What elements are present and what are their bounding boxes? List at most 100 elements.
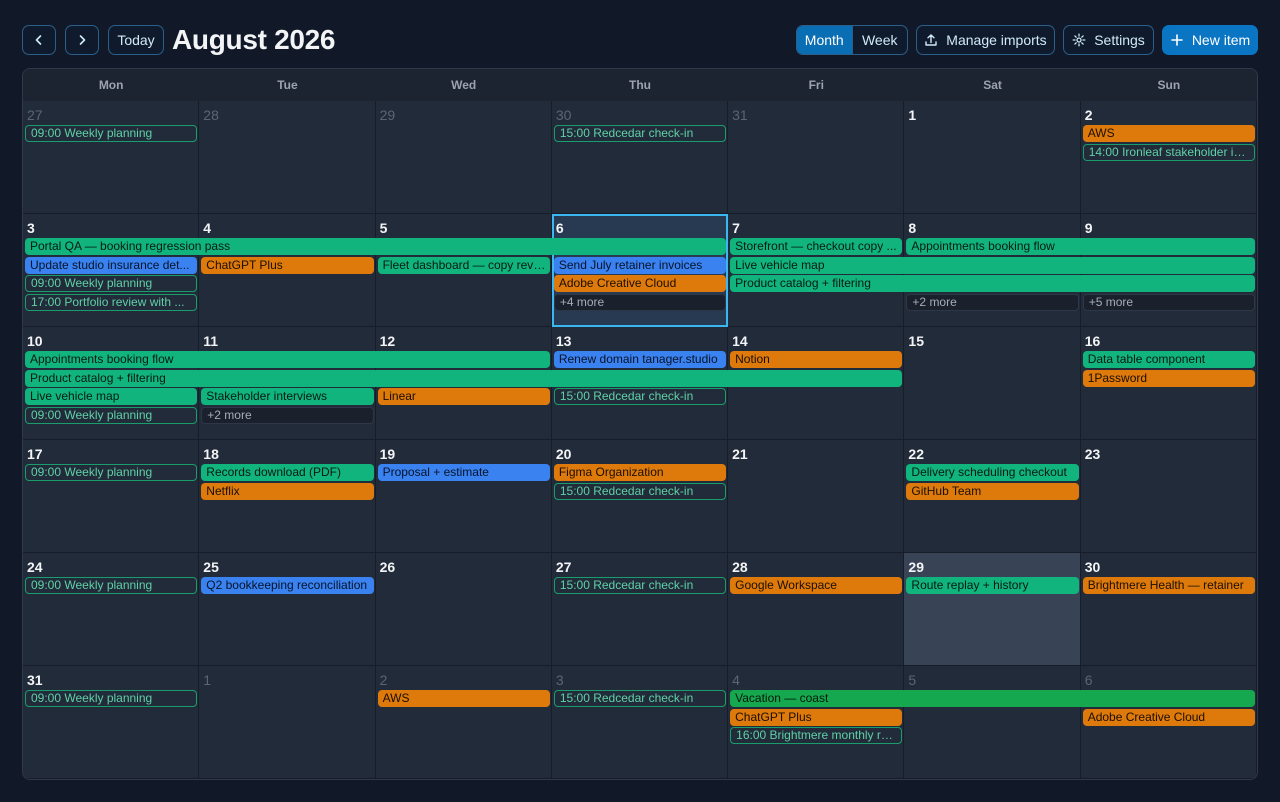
day-cell[interactable]: 23: [1080, 440, 1257, 553]
day-cell[interactable]: 27: [23, 101, 200, 214]
day-number: 21: [732, 446, 748, 462]
calendar-event[interactable]: Adobe Creative Cloud: [553, 275, 727, 292]
day-cell[interactable]: 24: [23, 553, 200, 666]
weekday-header: Mon Tue Wed Thu Fri Sat Sun: [23, 69, 1257, 101]
day-number: 10: [27, 333, 43, 349]
today-button[interactable]: Today: [108, 25, 164, 55]
weekday-label: Thu: [628, 78, 651, 92]
calendar-event[interactable]: Figma Organization: [553, 464, 727, 481]
calendar-event[interactable]: Send July retainer invoices: [553, 256, 727, 274]
view-switcher: Month Week: [796, 25, 908, 55]
calendar-event[interactable]: 09:00 Weekly planning: [25, 406, 198, 424]
calendar-event[interactable]: ChatGPT Plus: [201, 256, 374, 274]
calendar-event[interactable]: 15:00 Redcedar check-in: [553, 577, 727, 594]
calendar-event[interactable]: 15:00 Redcedar check-in: [553, 388, 727, 405]
day-number: 18: [203, 446, 219, 462]
calendar-event[interactable]: Netflix: [201, 482, 374, 500]
view-week-tab[interactable]: Week: [851, 26, 908, 54]
day-number: 19: [379, 446, 396, 462]
view-month-tab[interactable]: Month: [797, 26, 852, 54]
calendar-event[interactable]: Fleet dashboard — copy revi...: [377, 256, 550, 274]
calendar-event[interactable]: 09:00 Weekly planning: [25, 275, 198, 292]
day-number: 6: [555, 220, 564, 236]
calendar-event[interactable]: Product catalog + filtering: [25, 369, 903, 387]
calendar-event[interactable]: Live vehicle map: [25, 388, 198, 405]
day-cell[interactable]: 17: [23, 440, 200, 553]
day-cell[interactable]: 19: [375, 440, 552, 553]
calendar-event[interactable]: 1Password: [1082, 369, 1255, 387]
day-cell[interactable]: 3: [551, 666, 729, 779]
calendar-event[interactable]: Delivery scheduling checkout: [906, 464, 1079, 481]
calendar-event[interactable]: Vacation — coast: [730, 690, 1255, 707]
day-number: 30: [555, 107, 572, 123]
settings-button[interactable]: Settings: [1063, 25, 1154, 55]
calendar-event[interactable]: Proposal + estimate: [377, 464, 550, 481]
new-item-button[interactable]: New item: [1162, 25, 1258, 55]
day-cell[interactable]: 31: [23, 666, 200, 779]
calendar-event[interactable]: Adobe Creative Cloud: [1082, 708, 1255, 726]
calendar-event[interactable]: 17:00 Portfolio review with ...: [25, 293, 198, 311]
calendar-event[interactable]: Brightmere Health — retainer: [1082, 577, 1255, 594]
more-events-link[interactable]: +4 more: [553, 293, 727, 311]
calendar-event[interactable]: Linear: [377, 388, 550, 405]
calendar-event[interactable]: 15:00 Redcedar check-in: [553, 125, 727, 142]
calendar-event[interactable]: Storefront — checkout copy ...: [730, 238, 903, 255]
calendar-event[interactable]: Route replay + history: [906, 577, 1079, 594]
calendar-event[interactable]: Notion: [730, 351, 903, 368]
calendar-event[interactable]: Appointments booking flow: [25, 351, 550, 368]
day-number: 6: [1084, 672, 1093, 688]
day-cell[interactable]: 5: [904, 666, 1081, 779]
day-cell[interactable]: 29: [904, 553, 1081, 666]
day-cell[interactable]: 15: [904, 327, 1081, 440]
calendar-event[interactable]: 09:00 Weekly planning: [25, 690, 198, 707]
day-number: 26: [379, 559, 396, 575]
day-cell[interactable]: 27: [551, 553, 729, 666]
chevron-left-icon: [35, 35, 42, 45]
calendar-event[interactable]: 09:00 Weekly planning: [25, 577, 198, 594]
day-number: 11: [203, 333, 219, 349]
calendar-event[interactable]: Data table component: [1082, 351, 1255, 368]
day-cell[interactable]: 25: [199, 553, 376, 666]
day-cell[interactable]: 2: [375, 666, 552, 779]
calendar-event[interactable]: 15:00 Redcedar check-in: [553, 690, 727, 707]
calendar-event[interactable]: 14:00 Ironleaf stakeholder in...: [1082, 143, 1255, 161]
calendar-event[interactable]: Portal QA — booking regression pass: [25, 238, 727, 255]
calendar-event[interactable]: 09:00 Weekly planning: [25, 464, 198, 481]
day-cell[interactable]: 30: [551, 101, 729, 214]
calendar-event[interactable]: Renew domain tanager.studio: [553, 351, 727, 368]
manage-imports-button[interactable]: Manage imports: [916, 25, 1055, 55]
calendar-event[interactable]: Update studio insurance det...: [25, 256, 198, 274]
more-events-link[interactable]: +5 more: [1082, 293, 1255, 311]
day-cell[interactable]: 30: [1080, 553, 1257, 666]
day-cell[interactable]: 1: [904, 101, 1081, 214]
day-cell[interactable]: 1: [199, 666, 376, 779]
calendar-event[interactable]: Stakeholder interviews: [201, 388, 374, 405]
calendar-event[interactable]: AWS: [1082, 125, 1255, 142]
calendar-event[interactable]: Product catalog + filtering: [730, 275, 1255, 292]
calendar-event[interactable]: Live vehicle map: [730, 256, 1255, 274]
prev-month-button[interactable]: [22, 25, 56, 55]
calendar-event[interactable]: GitHub Team: [906, 482, 1079, 500]
calendar-event[interactable]: Records download (PDF): [201, 464, 374, 481]
day-number: 4: [203, 220, 212, 236]
day-cell[interactable]: 26: [375, 553, 552, 666]
more-events-link[interactable]: +2 more: [906, 293, 1079, 311]
day-number: 22: [908, 446, 924, 462]
day-cell[interactable]: 28: [728, 553, 905, 666]
day-number: 30: [1084, 559, 1101, 575]
day-cell[interactable]: 31: [728, 101, 905, 214]
day-cell[interactable]: 21: [728, 440, 905, 553]
calendar-event[interactable]: 09:00 Weekly planning: [25, 125, 198, 142]
next-month-button[interactable]: [65, 25, 99, 55]
calendar-event[interactable]: AWS: [377, 690, 550, 707]
calendar-event[interactable]: Q2 bookkeeping reconciliation: [201, 577, 374, 594]
calendar-event[interactable]: 16:00 Brightmere monthly re...: [730, 727, 903, 744]
calendar-event[interactable]: Google Workspace: [730, 577, 903, 594]
calendar-event[interactable]: Appointments booking flow: [906, 238, 1255, 255]
day-cell[interactable]: 28: [199, 101, 376, 214]
day-cell[interactable]: 29: [375, 101, 552, 214]
calendar-event[interactable]: 15:00 Redcedar check-in: [553, 482, 727, 500]
more-events-link[interactable]: +2 more: [201, 406, 374, 424]
day-number: 12: [379, 333, 396, 349]
calendar-event[interactable]: ChatGPT Plus: [730, 708, 903, 726]
